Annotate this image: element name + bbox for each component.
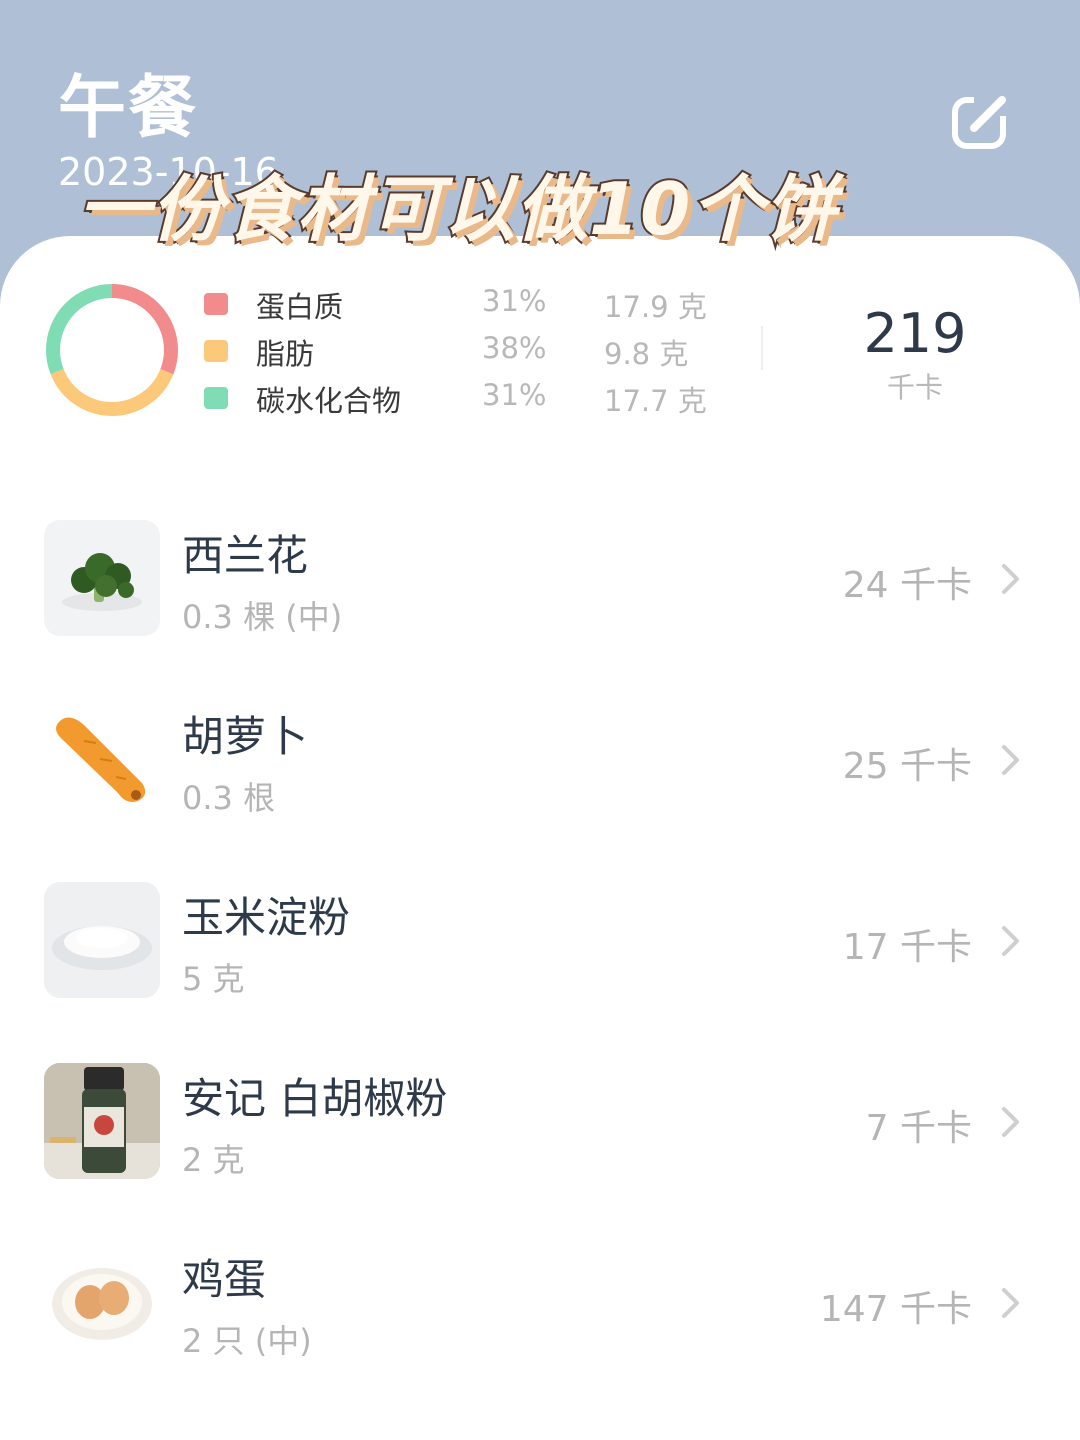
macro-name: 碳水化合物 xyxy=(256,384,402,418)
chevron-right-icon xyxy=(1002,564,1019,594)
pepper-bottle-icon xyxy=(44,1063,160,1179)
edit-button[interactable] xyxy=(950,92,1012,152)
food-name: 安记 白胡椒粉 xyxy=(182,1074,448,1123)
macro-donut-chart xyxy=(46,284,178,416)
food-item-cornstarch[interactable]: 玉米淀粉 5 克 17 千卡 xyxy=(0,882,1080,1022)
overlay-caption: 一份食材可以做10个饼 xyxy=(76,165,838,253)
macro-grams: 9.8 克 xyxy=(604,337,689,371)
fat-color-dot xyxy=(204,340,228,362)
chevron-right-icon xyxy=(1002,1107,1019,1137)
macro-grams: 17.9 克 xyxy=(604,290,707,324)
meal-card: 蛋白质 31% 17.9 克 脂肪 38% 9.8 克 碳水化合物 31% 17… xyxy=(0,236,1080,1440)
total-kcal-unit: 千卡 xyxy=(886,371,943,404)
macro-name: 脂肪 xyxy=(256,337,315,371)
macro-percent: 31% xyxy=(482,284,547,318)
macro-grams: 17.7 克 xyxy=(604,384,707,418)
eggs-icon xyxy=(44,1244,160,1360)
carrot-icon xyxy=(44,701,160,817)
food-name: 玉米淀粉 xyxy=(182,893,351,942)
cornstarch-icon xyxy=(44,882,160,998)
total-kcal: 219 xyxy=(863,302,967,365)
chevron-right-icon xyxy=(1002,745,1019,775)
meal-title: 午餐 xyxy=(58,69,199,148)
food-item-broccoli[interactable]: 西兰花 0.3 棵 (中) 24 千卡 xyxy=(0,520,1080,660)
food-quantity: 2 克 xyxy=(182,1141,245,1179)
macro-percent: 38% xyxy=(482,331,547,365)
food-quantity: 2 只 (中) xyxy=(182,1322,312,1360)
carbs-color-dot xyxy=(204,387,228,409)
macro-row-fat: 脂肪 38% 9.8 克 xyxy=(204,331,724,371)
food-kcal: 24 千卡 xyxy=(842,565,972,606)
chevron-right-icon xyxy=(1002,1288,1019,1318)
food-kcal: 17 千卡 xyxy=(842,927,972,968)
macro-row-protein: 蛋白质 31% 17.9 克 xyxy=(204,284,724,324)
chevron-right-icon xyxy=(1002,926,1019,956)
food-quantity: 5 克 xyxy=(182,960,245,998)
protein-color-dot xyxy=(204,293,228,315)
macro-row-carbs: 碳水化合物 31% 17.7 克 xyxy=(204,378,724,418)
food-kcal: 7 千卡 xyxy=(865,1108,972,1149)
food-name: 西兰花 xyxy=(182,531,309,580)
food-quantity: 0.3 根 xyxy=(182,779,276,817)
food-name: 胡萝卜 xyxy=(182,712,309,761)
broccoli-icon xyxy=(44,520,160,636)
macro-name: 蛋白质 xyxy=(256,290,344,324)
summary-divider xyxy=(761,326,763,370)
food-item-carrot[interactable]: 胡萝卜 0.3 根 25 千卡 xyxy=(0,701,1080,841)
food-item-white-pepper[interactable]: 安记 白胡椒粉 2 克 7 千卡 xyxy=(0,1063,1080,1203)
food-kcal: 25 千卡 xyxy=(842,746,972,787)
nutrition-summary: 蛋白质 31% 17.9 克 脂肪 38% 9.8 克 碳水化合物 31% 17… xyxy=(0,236,1080,446)
food-quantity: 0.3 棵 (中) xyxy=(182,598,343,636)
macro-percent: 31% xyxy=(482,378,547,412)
food-item-eggs[interactable]: 鸡蛋 2 只 (中) 147 千卡 xyxy=(0,1244,1080,1384)
edit-icon xyxy=(952,92,1010,149)
food-kcal: 147 千卡 xyxy=(819,1289,972,1330)
food-name: 鸡蛋 xyxy=(182,1255,267,1304)
